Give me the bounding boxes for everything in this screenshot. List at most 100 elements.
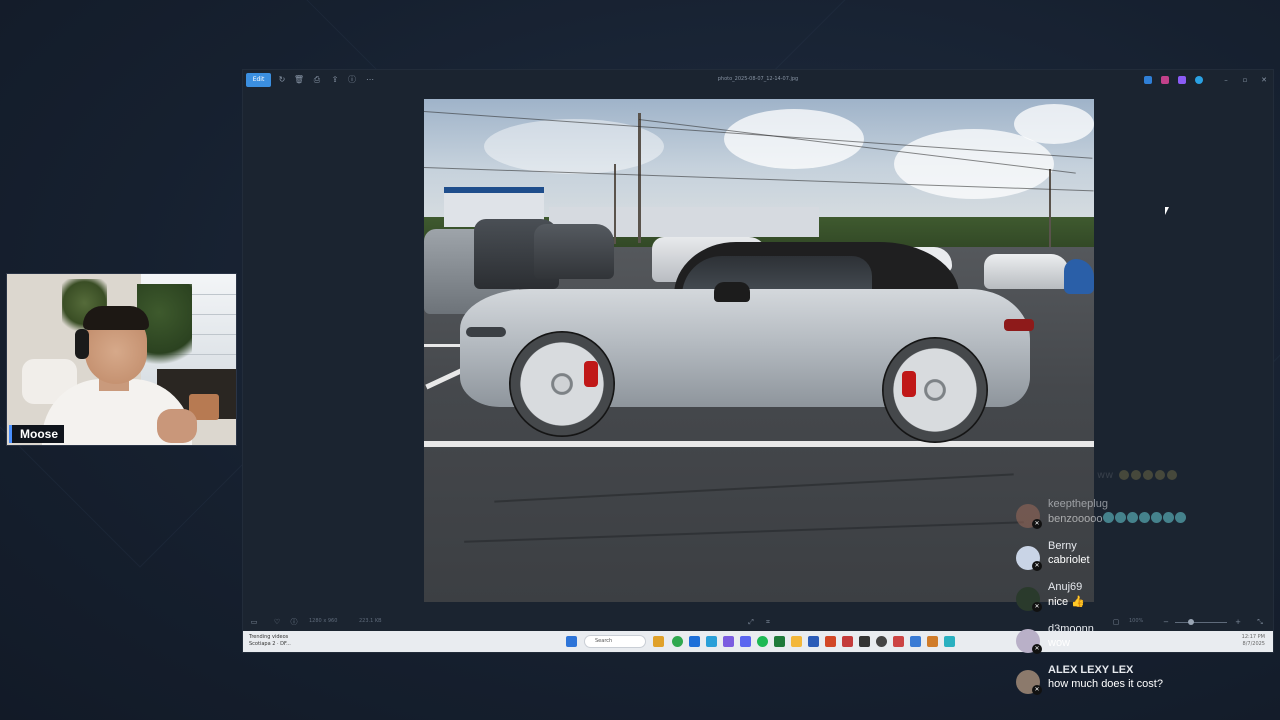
photo-pole <box>638 113 641 243</box>
start-icon[interactable] <box>566 636 577 647</box>
chat-text-content: benzooooo <box>1048 513 1103 525</box>
chat-username: ALEX LEXY LEX <box>1048 664 1134 676</box>
folder-icon[interactable] <box>791 636 802 647</box>
x-platform-icon: ✕ <box>1032 519 1042 529</box>
emote-icon <box>1154 470 1165 480</box>
excel-icon[interactable] <box>774 636 785 647</box>
x-platform-icon: ✕ <box>1032 644 1042 654</box>
chat-message: ✕ Berny cabriolet <box>1015 540 1275 580</box>
close-button[interactable]: ✕ <box>1259 74 1269 86</box>
taskbar-search[interactable]: Search <box>584 635 646 648</box>
image-dimensions: 1280 x 960 <box>309 618 338 624</box>
app-icon[interactable] <box>842 636 853 647</box>
chat-text-content: nice 👍 <box>1048 596 1085 608</box>
app-badge-icon[interactable] <box>1195 76 1203 84</box>
photo-cloud <box>1014 104 1094 144</box>
emote-icon <box>1118 470 1129 480</box>
photo-cloud <box>484 119 664 174</box>
app-icon[interactable] <box>859 636 870 647</box>
chat-text-content: how much does it cost? <box>1048 678 1163 690</box>
x-platform-icon: ✕ <box>1032 685 1042 695</box>
chat-message: ✕ ALEX LEXY LEX how much does it cost? <box>1015 664 1275 704</box>
cam-person-hand <box>157 409 197 443</box>
maximize-button[interactable]: ▫ <box>1240 74 1250 86</box>
search-placeholder: Search <box>595 638 613 644</box>
chat-faded-message: ww <box>1097 470 1177 481</box>
chat-text: cabriolet <box>1048 554 1090 566</box>
crop-icon[interactable]: ⌗ <box>763 617 773 627</box>
photo-car-rear-wheel <box>882 337 988 443</box>
chat-text-content: wow <box>1048 637 1071 649</box>
news-widget[interactable]: Trending videos Scotiapa 2 · DF... <box>249 634 291 648</box>
powerpoint-icon[interactable] <box>825 636 836 647</box>
image-filesize: 223.1 KB <box>359 618 382 624</box>
photo-car-caliper <box>902 371 916 397</box>
window-title: photo_2025-08-07_12-14-07.jpg <box>717 76 799 82</box>
filmstrip-icon[interactable]: ▭ <box>249 617 259 627</box>
photo-background-car <box>534 224 614 279</box>
emote-icon <box>1142 470 1153 480</box>
photo-pole <box>1049 169 1051 254</box>
chat-username: keeptheplug <box>1048 498 1108 510</box>
heart-icon[interactable]: ♡ <box>272 617 282 627</box>
chat-faded-text: ww <box>1097 470 1114 481</box>
minimize-button[interactable]: – <box>1221 74 1231 86</box>
chat-message: ✕ Anuj69 nice 👍 <box>1015 581 1275 621</box>
spotify-icon[interactable] <box>757 636 768 647</box>
emote-icon <box>1151 512 1163 523</box>
app-icon[interactable] <box>927 636 938 647</box>
info-icon[interactable]: ⓘ <box>289 617 299 627</box>
cam-headset <box>75 329 89 359</box>
emote-icon <box>1115 512 1127 523</box>
word-icon[interactable] <box>808 636 819 647</box>
photo-car-taillight <box>1004 319 1034 331</box>
edge-icon[interactable] <box>689 636 700 647</box>
app-badge-icon[interactable] <box>1144 76 1152 84</box>
chat-text-content: cabriolet <box>1048 554 1090 566</box>
fit-icon[interactable]: ⤢ <box>746 617 756 627</box>
photo-car-front-wheel <box>509 331 615 437</box>
chat-text: nice 👍 <box>1048 595 1085 608</box>
chat-text: benzooooo <box>1048 512 1187 525</box>
mouse-cursor <box>1165 207 1169 215</box>
chat-text: wow <box>1048 637 1070 649</box>
app-icon[interactable] <box>706 636 717 647</box>
app-icon[interactable] <box>723 636 734 647</box>
emote-icon <box>1127 512 1139 523</box>
app-icon[interactable] <box>893 636 904 647</box>
photo-pole <box>614 164 616 244</box>
chat-message: ✕ d3moonn wow <box>1015 623 1275 663</box>
x-platform-icon: ✕ <box>1032 561 1042 571</box>
photo-car-caliper <box>584 361 598 387</box>
webcam-feed: Moose <box>6 273 237 446</box>
discord-icon[interactable] <box>740 636 751 647</box>
obs-icon[interactable] <box>876 636 887 647</box>
photo-viewer-image[interactable] <box>424 99 1094 602</box>
photo-background-car <box>984 254 1069 289</box>
photo-car-mirror <box>714 282 750 302</box>
emote-icon <box>1163 512 1175 523</box>
chat-username: d3moonn <box>1048 623 1094 635</box>
photos-icon[interactable] <box>944 636 955 647</box>
emote-icon <box>1139 512 1151 523</box>
streamer-name-tag: Moose <box>9 425 65 443</box>
emote-icon <box>1166 470 1177 480</box>
cam-person-hair <box>83 306 149 330</box>
photo-background-car <box>1064 259 1094 294</box>
chat-text: how much does it cost? <box>1048 678 1163 690</box>
chat-username: Anuj69 <box>1048 581 1083 593</box>
chrome-icon[interactable] <box>672 636 683 647</box>
x-platform-icon: ✕ <box>1032 602 1042 612</box>
news-title: Trending videos <box>249 634 289 640</box>
emote-icon <box>1130 470 1141 480</box>
app-badge-icon[interactable] <box>1161 76 1169 84</box>
news-subtitle: Scotiapa 2 · DF... <box>249 641 291 647</box>
emote-icon <box>1103 512 1115 523</box>
chat-username: Berny <box>1048 540 1077 552</box>
settings-icon[interactable] <box>910 636 921 647</box>
widget-icon[interactable] <box>653 636 664 647</box>
photo-car-headlight <box>466 327 506 337</box>
emote-icon <box>1175 512 1187 523</box>
chat-message: ✕ keeptheplug benzooooo <box>1015 498 1275 538</box>
app-badge-icon[interactable] <box>1178 76 1186 84</box>
